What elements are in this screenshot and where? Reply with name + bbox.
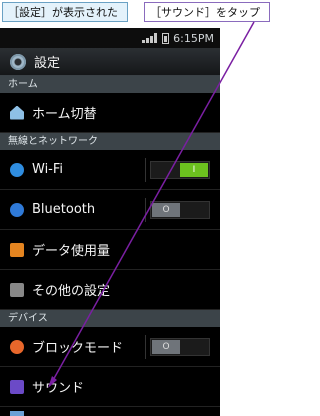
divider	[145, 335, 146, 359]
settings-item-label: その他の設定	[32, 284, 111, 299]
settings-item-label: サウンド	[32, 381, 85, 396]
toggle-knob: O	[152, 340, 180, 354]
home-icon	[10, 105, 24, 120]
block-mode-icon	[10, 339, 24, 354]
bluetooth-icon	[10, 202, 24, 217]
gear-icon	[10, 53, 26, 70]
page-title: 設定	[34, 56, 61, 71]
settings-item-block-mode[interactable]: ブロックモード O	[0, 327, 220, 367]
phone-screen: 6:15PM 設定 ホーム ホーム切替 無線とネットワーク Wi-Fi I Bl…	[0, 28, 220, 416]
display-icon	[10, 411, 24, 416]
data-usage-icon	[10, 242, 24, 257]
toggle-knob: O	[152, 203, 180, 217]
callout-settings-shown: ［設定］が表示された	[2, 2, 128, 22]
more-icon	[10, 282, 24, 297]
wifi-icon	[10, 162, 24, 177]
settings-item-label: データ使用量	[32, 244, 111, 259]
settings-item-label: ホーム切替	[32, 107, 97, 122]
status-time: 6:15PM	[173, 31, 214, 45]
signal-icon	[142, 33, 158, 43]
divider	[145, 198, 146, 222]
settings-item-label: Bluetooth	[32, 202, 96, 217]
settings-item-partial	[0, 407, 220, 416]
settings-item-other[interactable]: その他の設定	[0, 270, 220, 310]
settings-item-data-usage[interactable]: データ使用量	[0, 230, 220, 270]
toggle-knob: I	[180, 163, 208, 177]
sound-icon	[10, 379, 24, 394]
callout-tap-sound: ［サウンド］をタップ	[144, 2, 270, 22]
settings-item-bluetooth[interactable]: Bluetooth O	[0, 190, 220, 230]
block-mode-toggle[interactable]: O	[150, 338, 210, 356]
wifi-toggle[interactable]: I	[150, 161, 210, 179]
section-device: デバイス	[0, 310, 220, 327]
settings-item-label: Wi-Fi	[32, 162, 64, 177]
status-bar: 6:15PM	[0, 28, 220, 48]
settings-item-label: ブロックモード	[32, 341, 124, 356]
divider	[145, 158, 146, 182]
settings-item-sound[interactable]: サウンド	[0, 367, 220, 407]
section-home: ホーム	[0, 76, 220, 93]
settings-item-wifi[interactable]: Wi-Fi I	[0, 150, 220, 190]
battery-icon	[162, 32, 170, 44]
settings-item-home-switch[interactable]: ホーム切替	[0, 93, 220, 133]
section-wireless: 無線とネットワーク	[0, 133, 220, 150]
settings-header: 設定	[0, 48, 220, 76]
bluetooth-toggle[interactable]: O	[150, 201, 210, 219]
